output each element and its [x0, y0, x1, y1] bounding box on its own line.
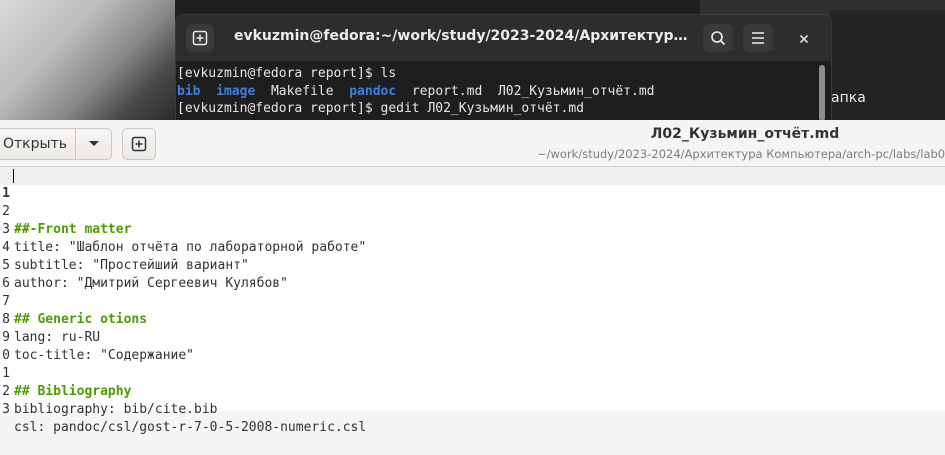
- background-window-text: апка: [831, 90, 866, 106]
- document-title: Л02_Кузьмин_отчёт.md: [650, 126, 840, 142]
- wallpaper-image: [0, 0, 175, 120]
- ls-dir-image: image: [216, 83, 256, 99]
- gedit-window: Открыть Л02_Кузьмин_отчёт.md ~/work/stud…: [0, 120, 945, 435]
- gedit-headerbar: Открыть Л02_Кузьмин_отчёт.md ~/work/stud…: [0, 120, 945, 167]
- terminal-line-ls: [evkuzmin@fedora report]$ ls: [177, 66, 397, 81]
- terminal-title: evkuzmin@fedora:~/work/study/2023-2024/А…: [234, 28, 689, 44]
- editor-line[interactable]: 6: [0, 257, 945, 291]
- ls-file-otchet: Л02_Кузьмин_отчёт.md: [497, 83, 655, 99]
- open-button-label[interactable]: Открыть: [0, 129, 76, 159]
- editor-line[interactable]: 2 bibliography: bib/cite.bib: [0, 365, 945, 417]
- text-cursor: [13, 169, 14, 183]
- editor-line[interactable]: 3 csl: pandoc/csl/gost-r-7-0-5-2008-nume…: [0, 383, 945, 435]
- new-document-icon: [131, 136, 147, 152]
- ls-dir-bib: bib: [177, 83, 201, 99]
- new-tab-icon: [192, 30, 208, 46]
- editor-line[interactable]: 1 ---: [0, 167, 945, 237]
- editor-line[interactable]: 7 ## Generic otions: [0, 275, 945, 327]
- document-path: ~/work/study/2023-2024/Архитектура Компь…: [537, 147, 945, 161]
- new-document-button[interactable]: [122, 128, 156, 160]
- editor-line[interactable]: 4 subtitle: "Простейший вариант": [0, 221, 945, 273]
- text-editor[interactable]: 1 --- 2 ## Front matter 3 title: "Шаблон…: [0, 167, 945, 435]
- editor-line[interactable]: 3 title: "Шаблон отчёта по лабораторной …: [0, 203, 945, 255]
- terminal-ls-output: bib image Makefile pandoc report.md Л02_…: [177, 83, 813, 101]
- line-number: 3: [2, 402, 10, 417]
- terminal-line-gedit: [evkuzmin@fedora report]$ gedit Л02_Кузь…: [177, 101, 584, 116]
- open-dropdown-button[interactable]: [76, 129, 111, 159]
- editor-line[interactable]: 1 ## Bibliography: [0, 347, 945, 399]
- editor-line[interactable]: 9 toc-title: "Содержание": [0, 311, 945, 363]
- terminal-header: evkuzmin@fedora:~/work/study/2023-2024/А…: [176, 15, 831, 61]
- terminal-close-button[interactable]: [793, 28, 815, 50]
- ls-file-report: report.md: [411, 83, 483, 99]
- editor-line[interactable]: 0: [0, 329, 945, 363]
- terminal-output[interactable]: [evkuzmin@fedora report]$ ls bib image Ma…: [177, 65, 813, 118]
- terminal-menu-button[interactable]: [743, 24, 773, 52]
- desktop-background: апка evkuzmin@fedora:~/work/study/2023-2…: [0, 0, 945, 120]
- ls-dir-pandoc: pandoc: [349, 83, 397, 99]
- chevron-down-icon: [88, 141, 99, 146]
- terminal-window[interactable]: evkuzmin@fedora:~/work/study/2023-2024/А…: [175, 14, 832, 120]
- ls-file-makefile: Makefile: [270, 83, 334, 99]
- editor-line[interactable]: 5 author: "Дмитрий Сергеевич Кулябов": [0, 239, 945, 291]
- new-tab-button[interactable]: [186, 24, 214, 52]
- line-text: csl: pandoc/csl/gost-r-7-0-5-2008-numeri…: [14, 420, 367, 435]
- terminal-scrollbar[interactable]: [819, 65, 825, 120]
- editor-line[interactable]: 8 lang: ru-RU: [0, 293, 945, 345]
- terminal-search-button[interactable]: [703, 24, 733, 52]
- open-button[interactable]: Открыть: [0, 128, 112, 160]
- hamburger-menu-icon: [752, 32, 764, 44]
- close-icon: [799, 34, 809, 44]
- editor-line[interactable]: 2 ## Front matter: [0, 185, 945, 237]
- search-icon: [711, 31, 726, 46]
